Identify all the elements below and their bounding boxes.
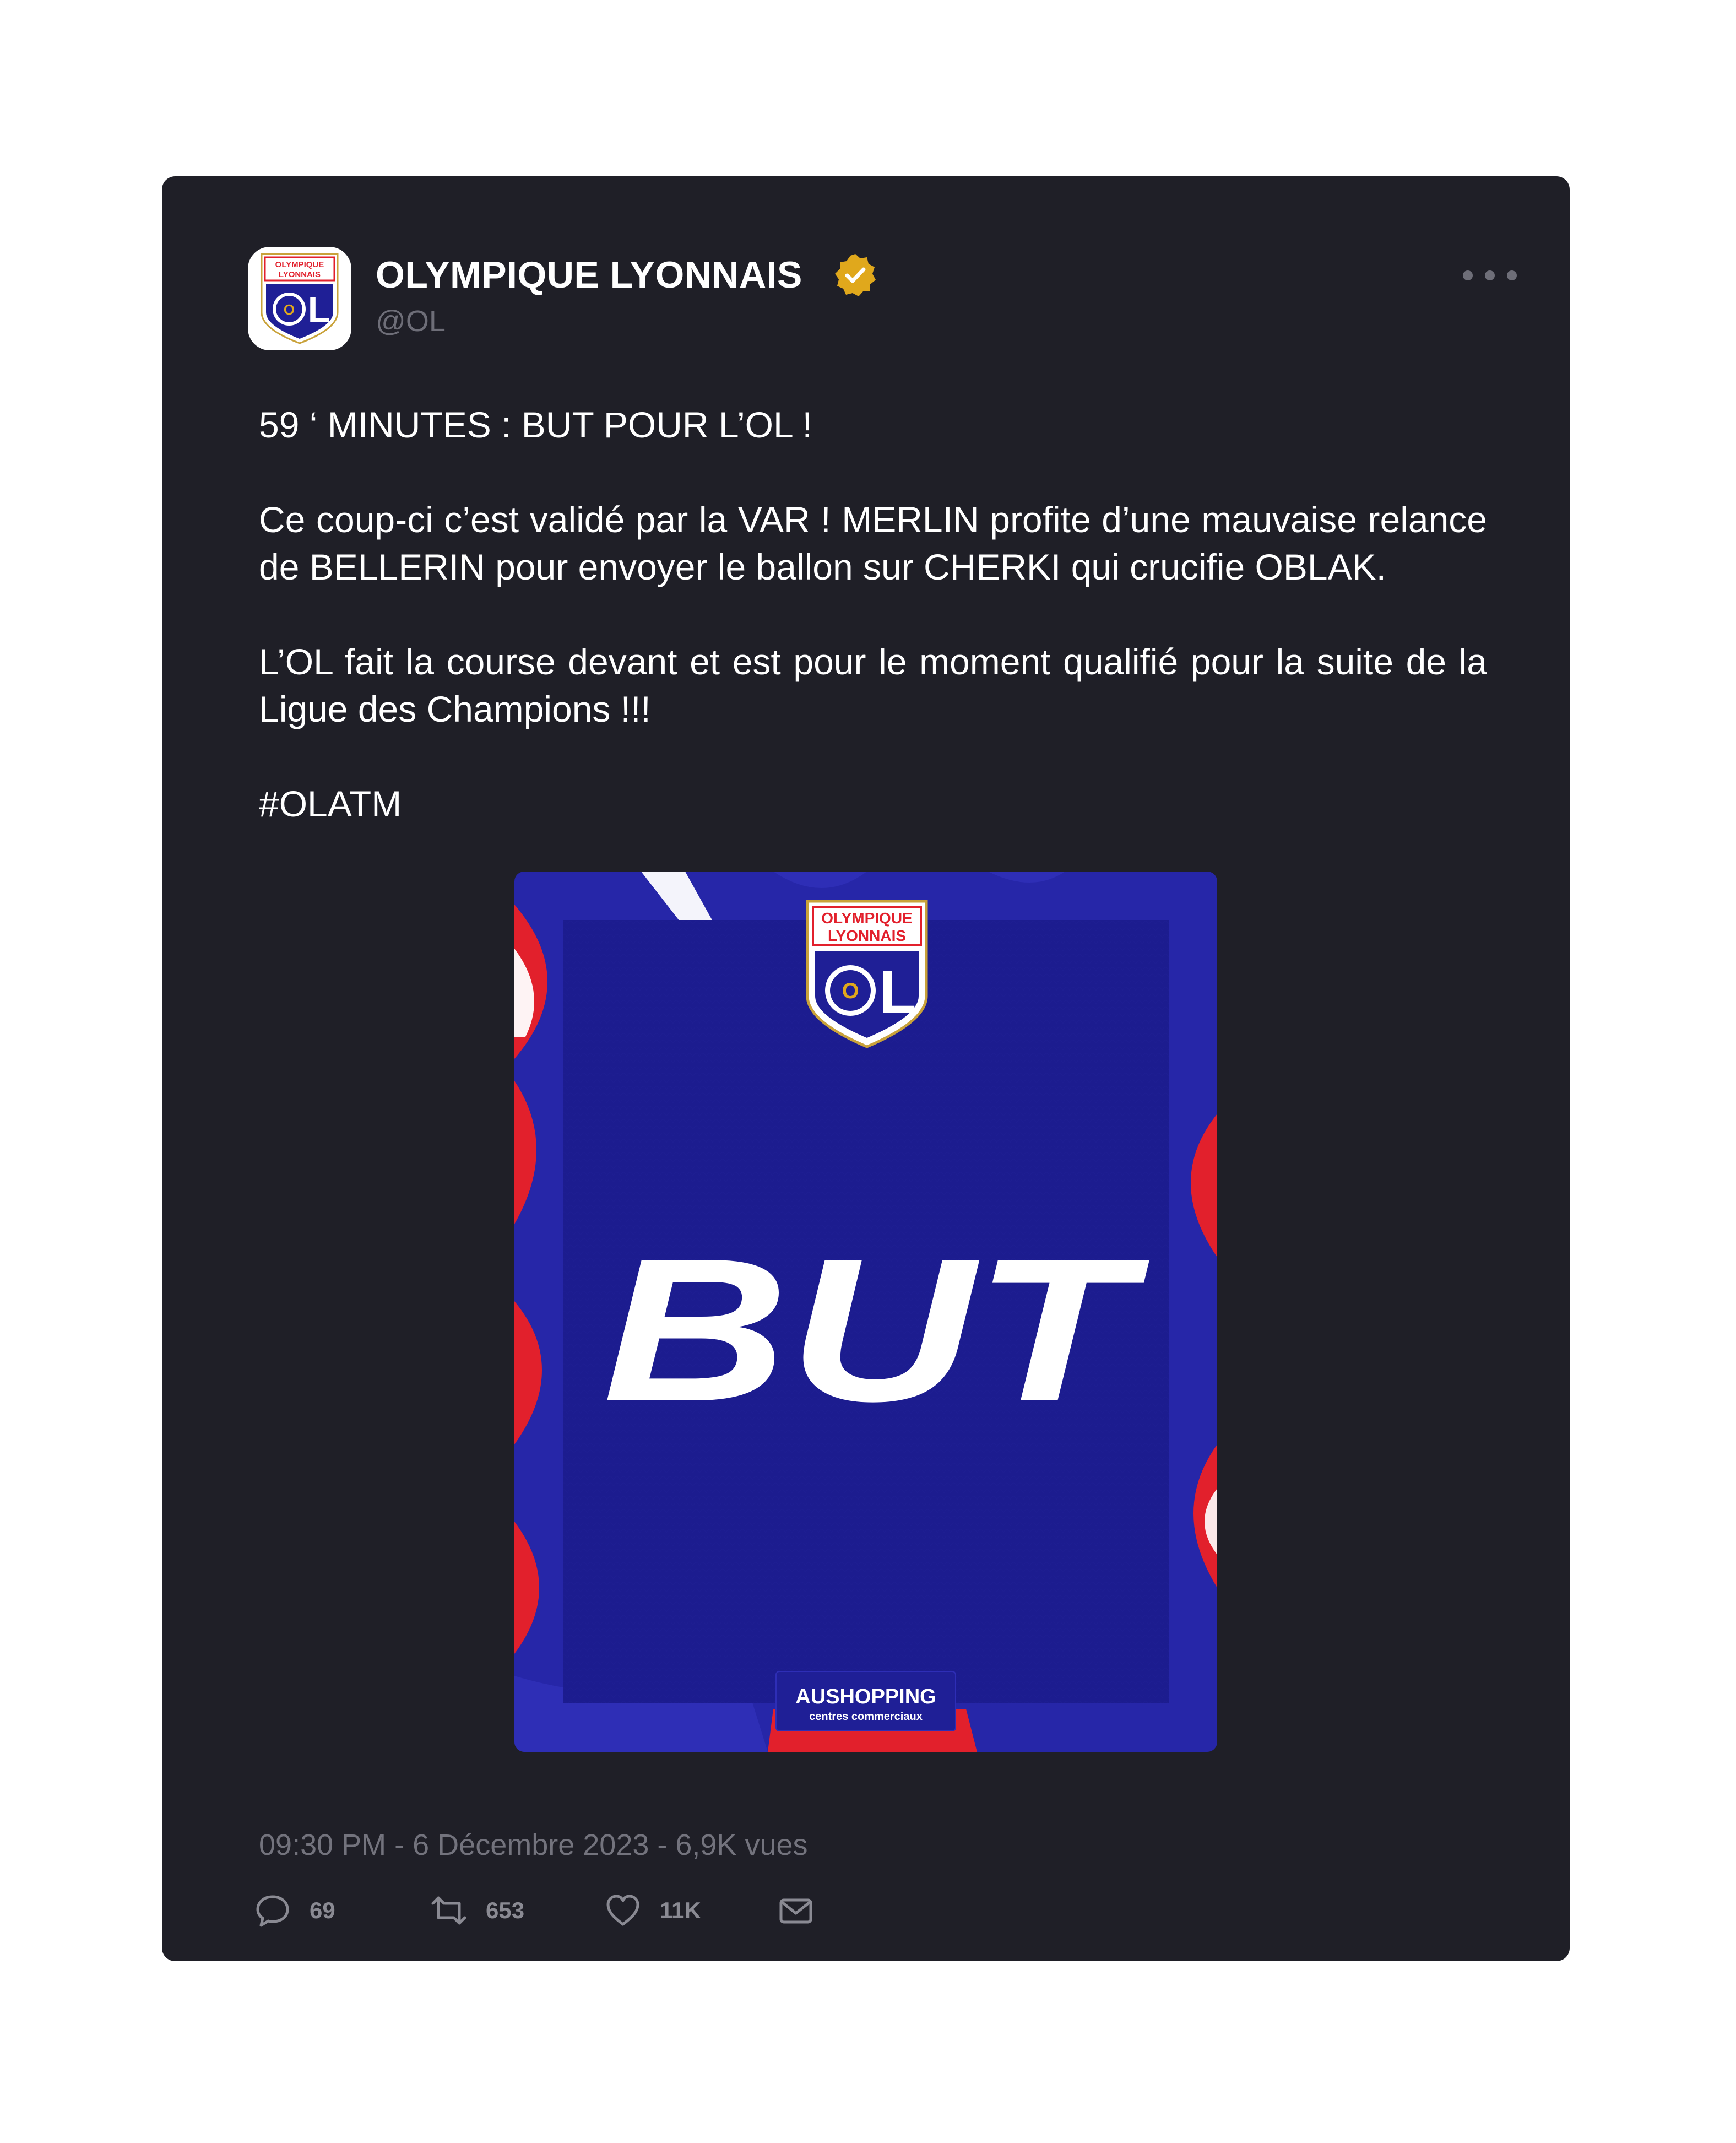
reply-button[interactable]: 69 [254, 1888, 335, 1933]
but-graphic: OLYMPIQUE LYONNAIS O L BUT AUSHOPPING ce… [514, 872, 1217, 1752]
hashtag-link[interactable]: #OLATM [259, 780, 1487, 827]
mail-share-icon [779, 1898, 812, 1924]
verified-badge-icon [834, 254, 876, 296]
ol-logo-icon: OLYMPIQUE LYONNAIS O L [261, 253, 339, 344]
retweet-icon [431, 1896, 466, 1925]
media-headline: BUT [603, 1216, 1151, 1444]
avatar-logo-o: O [284, 301, 295, 318]
media-badge-o: O [842, 979, 859, 1003]
tweet-headline: 59 ‘ MINUTES : BUT POUR L’OL ! [259, 404, 812, 445]
reply-icon [256, 1895, 289, 1927]
media-sponsor-tagline: centres commerciaux [809, 1711, 923, 1723]
like-count: 11K [660, 1897, 701, 1923]
share-button[interactable] [778, 1888, 814, 1933]
reply-count: 69 [310, 1897, 335, 1923]
tweet-media-image[interactable]: OLYMPIQUE LYONNAIS O L BUT AUSHOPPING ce… [514, 872, 1217, 1752]
tweet-body: 59 ‘ MINUTES : BUT POUR L’OL ! Ce coup-c… [259, 401, 1487, 875]
media-sponsor-name: AUSHOPPING [795, 1685, 936, 1708]
tweet-paragraph-1: Ce coup-ci c’est validé par la VAR ! MER… [259, 499, 1487, 587]
tweet-paragraph-2: L’OL fait la course devant et est pour l… [259, 641, 1487, 729]
retweet-count: 653 [486, 1897, 525, 1923]
tweet-card: OLYMPIQUE LYONNAIS O L OLYMPIQUE LYONNAI… [162, 176, 1570, 1961]
media-badge-line1: OLYMPIQUE [821, 910, 912, 927]
more-options-icon[interactable] [1460, 264, 1520, 286]
display-name[interactable]: OLYMPIQUE LYONNAIS [376, 253, 802, 296]
like-button[interactable]: 11K [605, 1888, 701, 1933]
avatar-logo-line2: LYONNAIS [279, 270, 321, 279]
author-row: OLYMPIQUE LYONNAIS [376, 250, 877, 300]
media-badge-l: L [879, 958, 916, 1026]
tweet-meta: 09:30 PM - 6 Décembre 2023 - 6,9K vues [259, 1828, 808, 1861]
retweet-button[interactable]: 653 [431, 1888, 524, 1933]
avatar-logo-line1: OLYMPIQUE [275, 260, 324, 269]
handle[interactable]: @OL [376, 304, 446, 338]
heart-icon [606, 1895, 639, 1926]
media-badge-line2: LYONNAIS [828, 927, 906, 944]
avatar-logo-l: L [308, 289, 330, 330]
avatar[interactable]: OLYMPIQUE LYONNAIS O L [248, 247, 351, 350]
